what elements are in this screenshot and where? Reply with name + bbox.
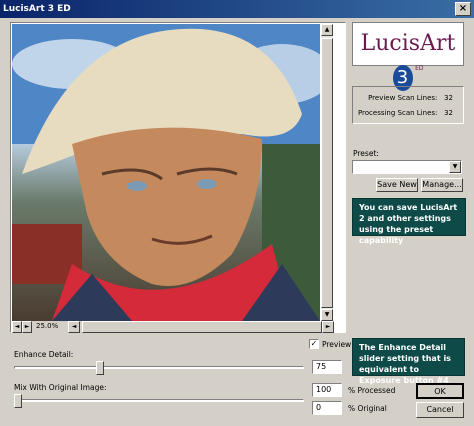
scroll-right-icon[interactable]: ►	[322, 321, 334, 333]
zoom-out-icon[interactable]: ◄	[12, 321, 22, 333]
processed-input[interactable]: 100	[312, 383, 342, 397]
portrait-illustration	[12, 24, 320, 321]
mix-label: Mix With Original Image:	[14, 383, 107, 392]
preview-horizontal-scrollbar[interactable]: ◄ ► 25.0% ◄ ►	[12, 321, 334, 333]
preview-scan-label: Preview Scan Lines:	[368, 94, 438, 102]
scroll-up-icon[interactable]: ▲	[321, 24, 333, 36]
original-input[interactable]: 0	[312, 401, 342, 415]
zoom-in-icon[interactable]: ►	[22, 321, 32, 333]
lucisart-logo: LucisArt 3 ED	[352, 22, 464, 91]
chevron-down-icon[interactable]: ▼	[449, 161, 461, 173]
enhance-detail-slider[interactable]	[96, 361, 104, 375]
mix-track	[14, 399, 304, 402]
cancel-button[interactable]: Cancel	[416, 402, 464, 418]
preset-note: You can save LucisArt 2 and other settin…	[352, 198, 466, 245]
close-button[interactable]: ×	[455, 2, 471, 16]
manage-button[interactable]: Manage...	[421, 178, 463, 192]
enhance-detail-label: Enhance Detail:	[14, 350, 74, 359]
preview-vertical-scrollbar[interactable]: ▲ ▼	[321, 24, 333, 321]
title-bar: LucisArt 3 ED ×	[0, 0, 474, 18]
enhance-note: The Enhance Detail slider setting that i…	[352, 338, 465, 385]
ok-button[interactable]: OK	[416, 383, 464, 399]
original-label: % Original	[348, 404, 387, 413]
preview-checkbox-label: Preview	[322, 340, 352, 349]
processing-scan-value: 32	[444, 109, 453, 117]
vertical-scroll-thumb[interactable]	[321, 38, 333, 308]
logo-text: LucisArt	[360, 31, 456, 56]
zoom-level: 25.0%	[36, 322, 59, 330]
scroll-down-icon[interactable]: ▼	[321, 309, 333, 321]
save-new-button[interactable]: Save New	[376, 178, 418, 192]
preset-dropdown[interactable]: ▼	[352, 160, 462, 174]
preview-checkbox[interactable]: ✓	[309, 339, 319, 349]
window-title: LucisArt 3 ED	[3, 4, 71, 14]
mix-slider[interactable]	[14, 394, 22, 408]
preset-label: Preset:	[353, 149, 379, 158]
processing-scan-label: Processing Scan Lines:	[357, 109, 438, 117]
logo-suffix: ED	[415, 65, 424, 72]
processing-scan-lines: Processing Scan Lines: 32	[358, 109, 453, 117]
scan-lines-panel: Preview Scan Lines: 32 Processing Scan L…	[352, 86, 464, 124]
preview-scan-lines: Preview Scan Lines: 32	[368, 94, 453, 102]
preview-panel: ▲ ▼ ◄ ► 25.0% ◄ ►	[10, 22, 346, 333]
enhance-detail-input[interactable]: 75	[312, 360, 342, 374]
enhance-detail-track	[14, 366, 304, 369]
preview-scan-value: 32	[444, 94, 453, 102]
horizontal-scroll-thumb[interactable]	[82, 321, 322, 333]
preview-image	[12, 24, 320, 321]
processed-label: % Processed	[348, 386, 396, 395]
scroll-left-icon[interactable]: ◄	[68, 321, 80, 333]
